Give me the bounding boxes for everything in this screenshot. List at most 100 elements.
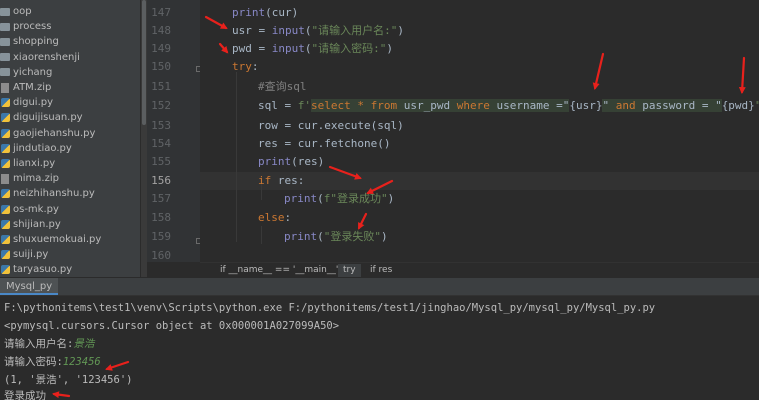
code-editor[interactable]: print(cur) usr = input("请输入用户名:") pwd = …	[200, 0, 759, 262]
code-comment: #查询sql	[258, 80, 307, 93]
code-line-155[interactable]: print(res)	[258, 153, 324, 171]
code-token: (	[304, 24, 312, 37]
tree-item[interactable]: oop	[0, 4, 32, 19]
code-token: )	[387, 192, 395, 205]
indent-guide	[236, 72, 237, 242]
console-command-line: F:\pythonitems\test1\venv\Scripts\python…	[4, 302, 656, 314]
code-token: print	[284, 192, 318, 205]
sql-token: "	[602, 99, 616, 112]
scrollbar-thumb[interactable]	[142, 0, 146, 125]
tree-item[interactable]: diguijisuan.py	[0, 110, 83, 125]
line-number: 154	[151, 137, 171, 150]
tree-item[interactable]: ATM.zip	[0, 80, 51, 95]
python-file-icon	[1, 219, 10, 229]
line-number: 160	[151, 249, 171, 262]
run-tab[interactable]: Mysql_py	[0, 278, 59, 295]
python-file-icon	[1, 265, 10, 275]
code-string: f"登录成功"	[323, 192, 388, 205]
tree-item[interactable]: os-mk.py	[0, 202, 59, 217]
tree-item[interactable]: lianxi.py	[0, 156, 55, 171]
code-token: res = cur.fetchone()	[258, 137, 391, 150]
line-number: 159	[151, 230, 171, 243]
code-token: )	[381, 230, 388, 243]
code-line-154[interactable]: res = cur.fetchone()	[258, 135, 390, 153]
indent-guide	[261, 226, 262, 244]
folder-icon	[0, 22, 10, 31]
folder-icon	[0, 7, 10, 16]
tree-item[interactable]: neizhihanshu.py	[0, 186, 95, 201]
code-line-156[interactable]: if res:	[258, 172, 304, 190]
sql-keyword: where	[456, 99, 490, 112]
code-line-158[interactable]: else:	[258, 209, 291, 227]
folder-icon	[0, 53, 10, 62]
code-token: input	[271, 24, 305, 37]
code-line-151[interactable]: #查询sql	[258, 78, 307, 96]
tree-item[interactable]: taryasuo.py	[0, 262, 72, 277]
tree-item-label: ATM.zip	[13, 82, 52, 93]
code-string: "登录失败"	[323, 230, 381, 243]
code-token: :	[251, 60, 259, 73]
code-token: (	[317, 192, 324, 205]
project-tree: oop process shopping xiaorenshenji yichang AT…	[0, 0, 140, 277]
folder-icon	[0, 37, 10, 46]
code-token: usr =	[232, 24, 272, 37]
tree-item[interactable]: shijian.py	[0, 217, 61, 232]
breadcrumb-item-active[interactable]: try	[338, 264, 361, 277]
zip-file-icon	[1, 82, 9, 93]
console-prompt: 请输入密码:	[4, 356, 63, 368]
code-token: sql =	[258, 99, 298, 112]
tree-item[interactable]: jindutiao.py	[0, 141, 72, 156]
python-file-icon	[1, 143, 10, 153]
console-output-line: 请输入用户名:景浩	[4, 335, 94, 353]
line-number: 158	[151, 211, 171, 224]
sql-token: password = "	[635, 99, 722, 112]
tree-item-label: process	[13, 21, 52, 33]
breadcrumb-item[interactable]: if res	[370, 264, 392, 277]
line-number: 152	[151, 99, 171, 112]
tree-item-label: shijian.py	[13, 218, 61, 230]
fstring-placeholder: {pwd}	[721, 99, 755, 112]
code-string: "请输入密码:"	[311, 42, 387, 55]
tree-item[interactable]: process	[0, 19, 51, 34]
sql-keyword: from	[370, 99, 398, 112]
code-token: res:	[271, 174, 305, 187]
run-console[interactable]: F:\pythonitems\test1\venv\Scripts\python…	[0, 296, 759, 400]
code-line-157[interactable]: print(f"登录成功")	[284, 190, 394, 208]
tree-item[interactable]: shopping	[0, 34, 59, 49]
code-token: pwd =	[232, 42, 272, 55]
tree-item[interactable]: mima.zip	[0, 171, 59, 186]
active-tab-indicator	[0, 293, 59, 295]
breadcrumb-item[interactable]: if __name__ == '__main__'	[220, 264, 338, 277]
tree-item[interactable]: yichang	[0, 65, 52, 80]
python-file-icon	[1, 235, 10, 244]
python-file-icon	[1, 113, 10, 123]
code-line-152[interactable]: sql = f'select * from usr_pwd where user…	[258, 97, 759, 115]
tree-item-label: gaojiehanshu.py	[13, 127, 96, 139]
tree-item[interactable]: suiji.py	[0, 247, 48, 262]
line-number: 157	[151, 192, 171, 205]
console-output-line: 登录成功	[4, 390, 46, 400]
console-output-line: <pymysql.cursors.Cursor object at 0x0000…	[4, 320, 340, 332]
code-line-153[interactable]: row = cur.execute(sql)	[258, 117, 404, 135]
line-number: 151	[151, 80, 171, 93]
code-line-148[interactable]: usr = input("请输入用户名:")	[232, 22, 404, 40]
code-token: print	[232, 6, 266, 19]
python-file-icon	[1, 98, 10, 108]
code-token: row = cur.execute(sql)	[258, 119, 404, 132]
breadcrumb: if __name__ == '__main__' try if res	[200, 262, 759, 278]
tree-item[interactable]: digui.py	[0, 95, 53, 110]
code-line-149[interactable]: pwd = input("请输入密码:")	[232, 40, 393, 58]
tree-item[interactable]: xiaorenshenji	[0, 50, 80, 65]
code-line-147[interactable]: print(cur)	[232, 4, 298, 22]
line-number-gutter: 147 148 149 150 151 152 153 154 155 156 157 158 159 1…	[147, 0, 202, 262]
code-token: f'	[297, 99, 311, 112]
tree-item-label: xiaorenshenji	[13, 51, 80, 63]
code-line-150[interactable]: try:	[232, 58, 259, 76]
sql-keyword: and	[615, 99, 636, 112]
tree-item[interactable]: gaojiehanshu.py	[0, 126, 95, 141]
code-token: "'	[755, 99, 759, 112]
python-file-icon	[1, 189, 10, 199]
tree-item-label: taryasuo.py	[13, 264, 73, 276]
tree-item[interactable]: shuxuemokuai.py	[0, 232, 101, 247]
code-line-159[interactable]: print("登录失败")	[284, 228, 388, 246]
